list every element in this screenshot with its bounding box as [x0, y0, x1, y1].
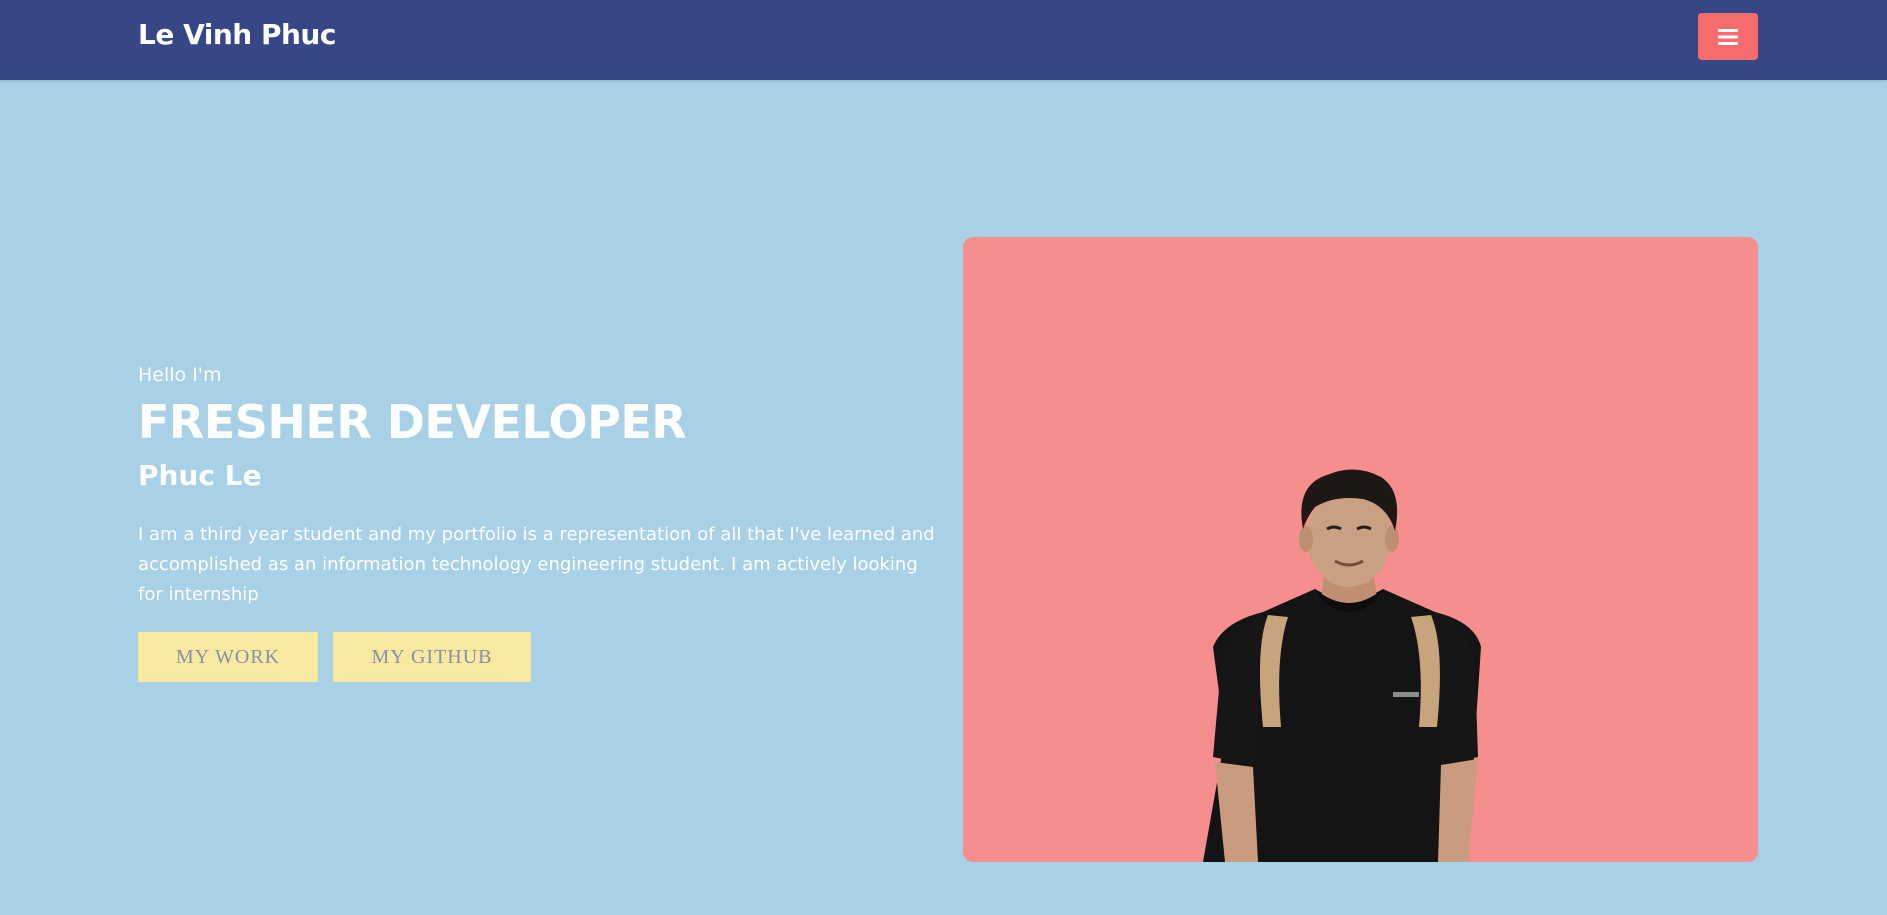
- my-github-button[interactable]: MY GITHUB: [333, 632, 531, 682]
- top-navbar: Le Vinh Phuc: [0, 0, 1887, 80]
- greeting-text: Hello I'm: [138, 364, 222, 386]
- profile-photo-card: [963, 237, 1758, 862]
- brand-link[interactable]: Le Vinh Phuc: [138, 18, 336, 51]
- role-heading: FRESHER DEVELOPER: [138, 395, 687, 449]
- name-heading: Phuc Le: [138, 459, 262, 492]
- my-work-button[interactable]: MY WORK: [138, 632, 318, 682]
- profile-photo: [1203, 469, 1481, 862]
- hamburger-icon: [1718, 28, 1738, 45]
- cta-button-group: MY WORK MY GITHUB: [138, 632, 938, 682]
- hero-intro: Hello I'm FRESHER DEVELOPER Phuc Le I am…: [138, 360, 938, 682]
- bio-text: I am a third year student and my portfol…: [138, 524, 935, 605]
- menu-toggle-button[interactable]: [1698, 13, 1758, 60]
